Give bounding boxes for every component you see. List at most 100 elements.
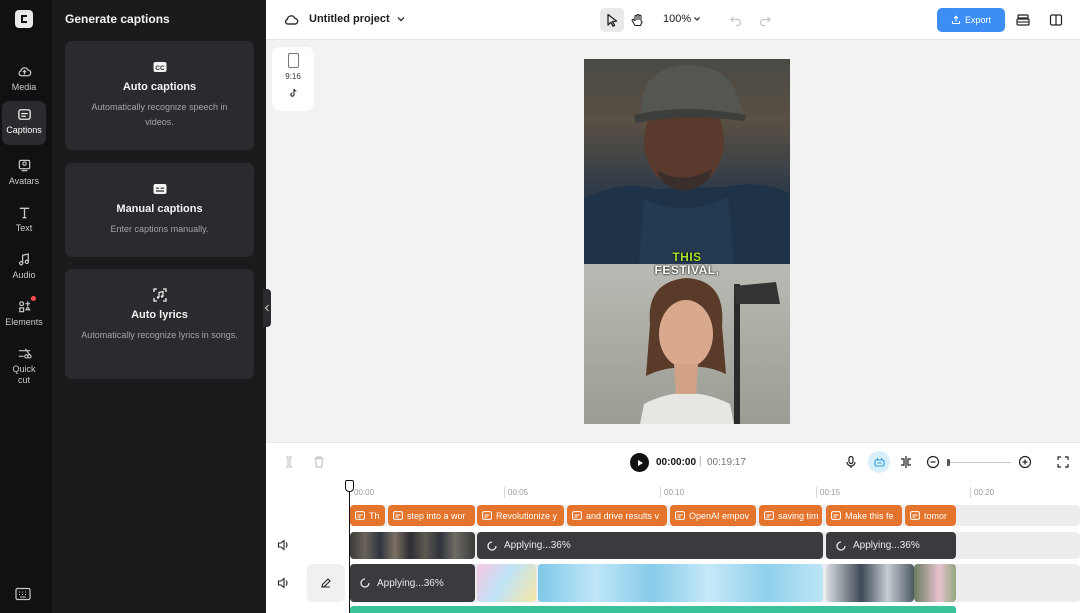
video-clip-thumbnail[interactable] bbox=[477, 564, 536, 602]
edit-track-button[interactable] bbox=[307, 564, 345, 602]
ai-tool-button[interactable] bbox=[868, 451, 890, 473]
volume-icon[interactable] bbox=[277, 539, 291, 551]
split-clip-icon[interactable] bbox=[899, 455, 913, 469]
split-icon[interactable] bbox=[282, 455, 296, 469]
caption-clip[interactable]: step into a wor bbox=[388, 505, 475, 526]
chevron-down-icon[interactable] bbox=[396, 14, 406, 24]
processing-clip[interactable]: Applying...36% bbox=[826, 532, 956, 559]
app-logo-icon[interactable] bbox=[15, 10, 33, 28]
zoom-slider-track[interactable] bbox=[947, 462, 1011, 463]
chevron-left-icon bbox=[264, 304, 269, 312]
caption-overlay-line1[interactable]: THIS bbox=[584, 250, 790, 264]
export-label: Export bbox=[964, 15, 991, 25]
video-clip-thumbnail[interactable] bbox=[826, 564, 914, 602]
caption-clip[interactable]: tomor bbox=[905, 505, 956, 526]
caption-clip[interactable]: saving tim bbox=[759, 505, 822, 526]
caption-clip-icon bbox=[675, 511, 685, 520]
play-button[interactable] bbox=[630, 453, 649, 472]
manual-captions-card[interactable]: Manual captions Enter captions manually. bbox=[65, 163, 254, 257]
rail-item-elements[interactable]: Elements bbox=[2, 293, 46, 328]
hand-tool-button[interactable] bbox=[626, 8, 650, 32]
redo-button[interactable] bbox=[753, 8, 777, 32]
rail-label-captions: Captions bbox=[6, 125, 42, 135]
playhead-handle[interactable] bbox=[345, 480, 354, 492]
zoom-level[interactable]: 100% bbox=[663, 13, 691, 25]
avatar-icon bbox=[18, 159, 30, 172]
microphone-icon[interactable] bbox=[844, 455, 858, 469]
time-separator: | bbox=[699, 456, 702, 467]
project-title[interactable]: Untitled project bbox=[309, 13, 390, 25]
rail-item-text[interactable]: Text bbox=[2, 199, 46, 234]
ruler-tick bbox=[970, 487, 971, 498]
processing-label: Applying...36% bbox=[853, 540, 920, 551]
manual-captions-desc: Enter captions manually. bbox=[110, 224, 209, 234]
rail-label-audio: Audio bbox=[12, 270, 36, 280]
caption-clip-text: OpenAI empov bbox=[689, 510, 750, 521]
playhead-line[interactable] bbox=[349, 481, 350, 613]
pencil-icon bbox=[321, 578, 331, 588]
cc-icon: CC bbox=[153, 62, 166, 72]
zoom-chevron-down-icon[interactable] bbox=[693, 15, 701, 23]
auto-captions-desc: Automatically recognize speech in videos… bbox=[91, 102, 228, 127]
caption-overlay-line2[interactable]: FESTIVAL, bbox=[584, 263, 790, 277]
rail-label-avatars: Avatars bbox=[8, 176, 40, 186]
select-tool-button[interactable] bbox=[600, 8, 624, 32]
trash-icon[interactable] bbox=[312, 455, 326, 469]
layout-panel-button[interactable] bbox=[1044, 8, 1068, 32]
upload-icon bbox=[951, 15, 961, 25]
zoom-out-icon[interactable] bbox=[926, 455, 940, 469]
caption-clip[interactable]: OpenAI empov bbox=[670, 505, 756, 526]
processing-clip[interactable]: Applying...36% bbox=[350, 564, 475, 602]
ruler-label: 00:00 bbox=[354, 488, 375, 497]
text-icon bbox=[19, 207, 29, 219]
caption-clip[interactable]: Make this fe bbox=[826, 505, 902, 526]
zoom-slider-thumb[interactable] bbox=[947, 459, 950, 466]
stack-icon bbox=[1016, 14, 1030, 26]
export-button[interactable]: Export bbox=[937, 8, 1005, 32]
keyboard-icon[interactable] bbox=[15, 587, 31, 601]
loading-spinner-icon bbox=[836, 540, 846, 551]
rail-item-media[interactable]: Media bbox=[2, 58, 46, 93]
aspect-ratio-label: 9:16 bbox=[285, 72, 301, 81]
rail-item-avatars[interactable]: Avatars bbox=[2, 152, 46, 187]
ruler-tick bbox=[504, 487, 505, 498]
redo-icon bbox=[759, 16, 771, 27]
caption-clip-text: Th bbox=[369, 510, 380, 521]
caption-clip[interactable]: and drive results v bbox=[567, 505, 667, 526]
auto-lyrics-card[interactable]: Auto lyrics Automatically recognize lyri… bbox=[65, 269, 254, 379]
undo-button[interactable] bbox=[724, 8, 748, 32]
cloud-icon[interactable] bbox=[283, 12, 299, 26]
aspect-ratio-card[interactable]: 9:16 bbox=[272, 47, 314, 111]
auto-captions-card[interactable]: CC Auto captions Automatically recognize… bbox=[65, 41, 254, 150]
audio-track-bar[interactable] bbox=[350, 606, 956, 613]
processing-clip[interactable]: Applying...36% bbox=[477, 532, 823, 559]
caption-clip-text: and drive results v bbox=[586, 510, 660, 521]
loading-spinner-icon bbox=[360, 578, 370, 588]
caption-clip-text: step into a wor bbox=[407, 510, 466, 521]
caption-clip[interactable]: Th bbox=[350, 505, 385, 526]
rail-item-quick-cut[interactable]: Quick cut bbox=[2, 340, 46, 386]
caption-clip-icon bbox=[831, 511, 841, 520]
volume-icon[interactable] bbox=[277, 577, 291, 589]
video-clip-thumbnail[interactable] bbox=[538, 564, 823, 602]
caption-clip[interactable]: Revolutionize y bbox=[477, 505, 564, 526]
processing-label: Applying...36% bbox=[504, 540, 571, 551]
video-frame-bottom bbox=[584, 264, 790, 424]
caption-clip-icon bbox=[910, 511, 920, 520]
fullscreen-icon[interactable] bbox=[1056, 455, 1070, 469]
zoom-in-icon[interactable] bbox=[1018, 455, 1032, 469]
loading-spinner-icon bbox=[487, 540, 497, 551]
rail-item-captions[interactable]: Captions bbox=[2, 101, 46, 145]
video-frame-top bbox=[584, 59, 790, 264]
auto-lyrics-title: Auto lyrics bbox=[131, 309, 188, 321]
video-clip-thumbnail[interactable] bbox=[914, 564, 956, 602]
video-clip-thumbnails[interactable] bbox=[350, 532, 475, 559]
stack-button[interactable] bbox=[1011, 8, 1035, 32]
video-preview[interactable]: THIS FESTIVAL, bbox=[584, 59, 790, 424]
ruler-label: 00:10 bbox=[664, 488, 685, 497]
ruler-label: 00:05 bbox=[508, 488, 529, 497]
elements-icon bbox=[18, 301, 31, 313]
rail-item-audio[interactable]: Audio bbox=[2, 246, 46, 281]
collapse-panel-button[interactable] bbox=[263, 289, 271, 327]
svg-text:CC: CC bbox=[155, 65, 165, 72]
